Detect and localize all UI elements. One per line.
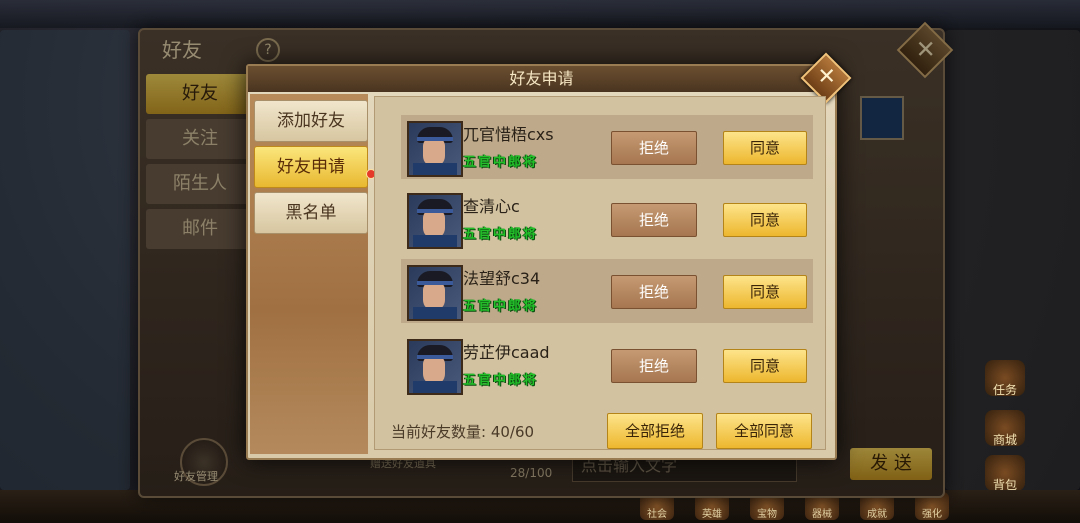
accept-button[interactable]: 同意 bbox=[723, 203, 807, 237]
friends-management-label: 好友管理 bbox=[174, 470, 218, 483]
friends-panel-tabs: 好友 关注 陌生人 邮件 bbox=[146, 74, 254, 254]
tab-strangers[interactable]: 陌生人 bbox=[146, 164, 254, 204]
hud-quest-label: 任务 bbox=[992, 383, 1017, 397]
friend-count: 当前好友数量: 40/60 bbox=[391, 421, 534, 442]
hud-shop-label: 商城 bbox=[992, 433, 1017, 447]
close-icon: ✕ bbox=[817, 64, 836, 90]
hud-achievement-label: 成就 bbox=[867, 509, 887, 520]
list-item: 劳芷伊caad 五官中郎将 拒绝 同意 bbox=[401, 333, 813, 397]
tab-mail[interactable]: 邮件 bbox=[146, 209, 254, 249]
accept-all-button[interactable]: 全部同意 bbox=[716, 413, 812, 449]
left-scenery bbox=[0, 30, 130, 490]
friend-count-label: 当前好友数量: bbox=[391, 423, 487, 441]
requester-rank: 五官中郎将 bbox=[463, 299, 539, 314]
avatar[interactable] bbox=[407, 193, 463, 249]
hud-bag-icon[interactable]: 背包 bbox=[985, 455, 1025, 492]
tab-friends[interactable]: 好友 bbox=[146, 74, 254, 114]
hud-quest-icon[interactable]: 任务 bbox=[985, 360, 1025, 397]
hud-treasure-label: 宝物 bbox=[757, 509, 777, 520]
close-icon: ✕ bbox=[915, 35, 936, 64]
tab-add-friend[interactable]: 添加好友 bbox=[254, 100, 368, 142]
dialog-title: 好友申请 bbox=[248, 66, 835, 92]
reject-button[interactable]: 拒绝 bbox=[611, 131, 697, 165]
send-button[interactable]: 发 送 bbox=[850, 448, 932, 480]
hud-shop-icon[interactable]: 商城 bbox=[985, 410, 1025, 447]
reject-all-button[interactable]: 全部拒绝 bbox=[607, 413, 703, 449]
list-item: 兀官惜梧cxs 五官中郎将 拒绝 同意 bbox=[401, 115, 813, 179]
friend-count-value: 40/60 bbox=[490, 423, 535, 441]
help-icon[interactable]: ? bbox=[256, 38, 280, 62]
request-list: 兀官惜梧cxs 五官中郎将 拒绝 同意 查清心c 五官中郎将 拒绝 同意 法望舒… bbox=[374, 96, 826, 450]
accept-button[interactable]: 同意 bbox=[723, 275, 807, 309]
avatar[interactable] bbox=[407, 121, 463, 177]
tab-friend-requests[interactable]: 好友申请 bbox=[254, 146, 368, 188]
list-item: 法望舒c34 五官中郎将 拒绝 同意 bbox=[401, 259, 813, 323]
requester-rank: 五官中郎将 bbox=[463, 155, 539, 170]
reject-button[interactable]: 拒绝 bbox=[611, 275, 697, 309]
requester-name: 劳芷伊caad bbox=[463, 343, 550, 362]
requester-name: 兀官惜梧cxs bbox=[463, 125, 554, 144]
message-count: 28/100 bbox=[510, 466, 553, 480]
avatar[interactable] bbox=[407, 265, 463, 321]
accept-button[interactable]: 同意 bbox=[723, 131, 807, 165]
avatar[interactable] bbox=[407, 339, 463, 395]
requester-rank: 五官中郎将 bbox=[463, 227, 539, 242]
dialog-side-tabs: 添加好友 好友申请 黑名单 bbox=[250, 94, 376, 454]
reject-button[interactable]: 拒绝 bbox=[611, 203, 697, 237]
requester-rank: 五官中郎将 bbox=[463, 373, 539, 388]
tab-following[interactable]: 关注 bbox=[146, 119, 254, 159]
accept-button[interactable]: 同意 bbox=[723, 349, 807, 383]
top-status-bar bbox=[0, 0, 1080, 28]
friend-request-dialog: 好友申请 ✕ 添加好友 好友申请 黑名单 兀官惜梧cxs 五官中郎将 拒绝 同意… bbox=[246, 52, 852, 460]
hud-social-label: 社会 bbox=[647, 509, 667, 520]
tab-blacklist[interactable]: 黑名单 bbox=[254, 192, 368, 234]
hud-equipment-label: 器械 bbox=[812, 509, 832, 520]
chat-partner-avatar[interactable] bbox=[860, 96, 904, 140]
friends-panel-title: 好友 bbox=[162, 38, 202, 62]
reject-button[interactable]: 拒绝 bbox=[611, 349, 697, 383]
requester-name: 法望舒c34 bbox=[463, 269, 541, 288]
requester-name: 查清心c bbox=[463, 197, 520, 216]
hud-hero-label: 英雄 bbox=[702, 509, 722, 520]
list-item: 查清心c 五官中郎将 拒绝 同意 bbox=[401, 187, 813, 251]
hud-enhance-label: 强化 bbox=[922, 509, 942, 520]
